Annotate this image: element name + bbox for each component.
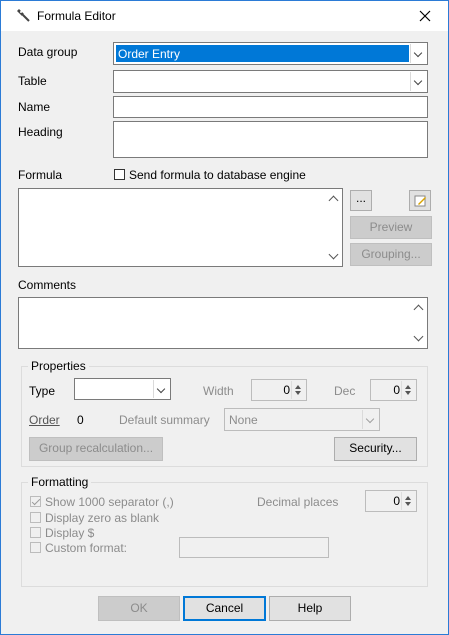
order-value: 0 (77, 413, 84, 427)
decimal-places-spinner[interactable]: 0 (365, 490, 417, 512)
default-summary-value: None (229, 413, 258, 427)
width-spinner[interactable]: 0 (251, 379, 307, 401)
ellipsis-button[interactable]: ... (350, 190, 372, 211)
chevron-down-icon[interactable] (410, 44, 426, 63)
custom-format-checkbox[interactable] (30, 542, 41, 553)
preview-button[interactable]: Preview (350, 216, 432, 239)
formula-editor-icon (17, 9, 30, 22)
send-formula-checkbox[interactable] (114, 169, 125, 180)
window-title: Formula Editor (37, 9, 116, 23)
ok-button[interactable]: OK (98, 596, 180, 621)
width-label: Width (203, 384, 234, 398)
comments-label: Comments (18, 278, 77, 292)
table-select[interactable] (113, 70, 428, 93)
scroll-up-icon[interactable] (328, 195, 339, 206)
scroll-down-icon[interactable] (413, 331, 424, 342)
formula-label: Formula (18, 168, 63, 182)
dec-value: 0 (393, 383, 400, 397)
pencil-icon (414, 195, 426, 207)
custom-format-label: Custom format: (45, 541, 128, 555)
properties-title: Properties (28, 359, 89, 373)
default-summary-select[interactable]: None (224, 408, 380, 431)
send-formula-label: Send formula to database engine (129, 168, 306, 182)
order-link[interactable]: Order (29, 413, 60, 427)
edit-formula-button[interactable] (409, 190, 431, 211)
scroll-up-icon[interactable] (413, 304, 424, 315)
help-button[interactable]: Help (269, 596, 351, 621)
comments-textarea[interactable] (18, 297, 428, 349)
security-button[interactable]: Security... (334, 437, 417, 461)
title-bar: Formula Editor (1, 1, 448, 31)
scroll-down-icon[interactable] (328, 249, 339, 260)
grouping-button[interactable]: Grouping... (350, 243, 432, 266)
data-group-select[interactable]: Order Entry (113, 42, 428, 65)
formula-textarea[interactable] (18, 188, 343, 267)
width-value: 0 (283, 383, 290, 397)
custom-format-input[interactable] (179, 537, 329, 558)
chevron-down-icon[interactable] (410, 72, 426, 91)
chevron-down-icon[interactable] (362, 410, 378, 429)
dec-label: Dec (334, 384, 356, 398)
formula-editor-window: Formula Editor Data group Order Entry Ta… (0, 0, 449, 635)
formatting-title: Formatting (28, 475, 92, 489)
heading-label: Heading (18, 125, 63, 139)
show-1000-separator-checkbox[interactable] (30, 496, 41, 507)
table-label: Table (18, 74, 47, 88)
display-dollar-checkbox[interactable] (30, 527, 41, 538)
name-input[interactable] (113, 96, 428, 118)
group-recalculation-button[interactable]: Group recalculation... (29, 437, 163, 461)
display-zero-checkbox[interactable] (30, 512, 41, 523)
type-label: Type (29, 384, 56, 398)
data-group-value: Order Entry (116, 45, 409, 62)
default-summary-label: Default summary (119, 413, 210, 427)
chevron-down-icon[interactable] (153, 380, 169, 398)
name-label: Name (18, 100, 51, 114)
data-group-label: Data group (18, 45, 78, 59)
display-dollar-label: Display $ (45, 526, 95, 540)
decimal-places-value: 0 (393, 494, 400, 508)
heading-input[interactable] (113, 121, 428, 158)
dec-spinner[interactable]: 0 (370, 379, 417, 401)
spinner-icon[interactable] (401, 492, 415, 510)
show-1000-separator-label: Show 1000 separator (,) (45, 495, 174, 509)
spinner-icon[interactable] (401, 381, 415, 399)
display-zero-label: Display zero as blank (45, 511, 160, 525)
type-select[interactable] (74, 378, 171, 400)
spinner-icon[interactable] (291, 381, 305, 399)
cancel-button[interactable]: Cancel (183, 596, 266, 621)
close-icon[interactable] (419, 10, 431, 22)
decimal-places-label: Decimal places (257, 495, 339, 509)
